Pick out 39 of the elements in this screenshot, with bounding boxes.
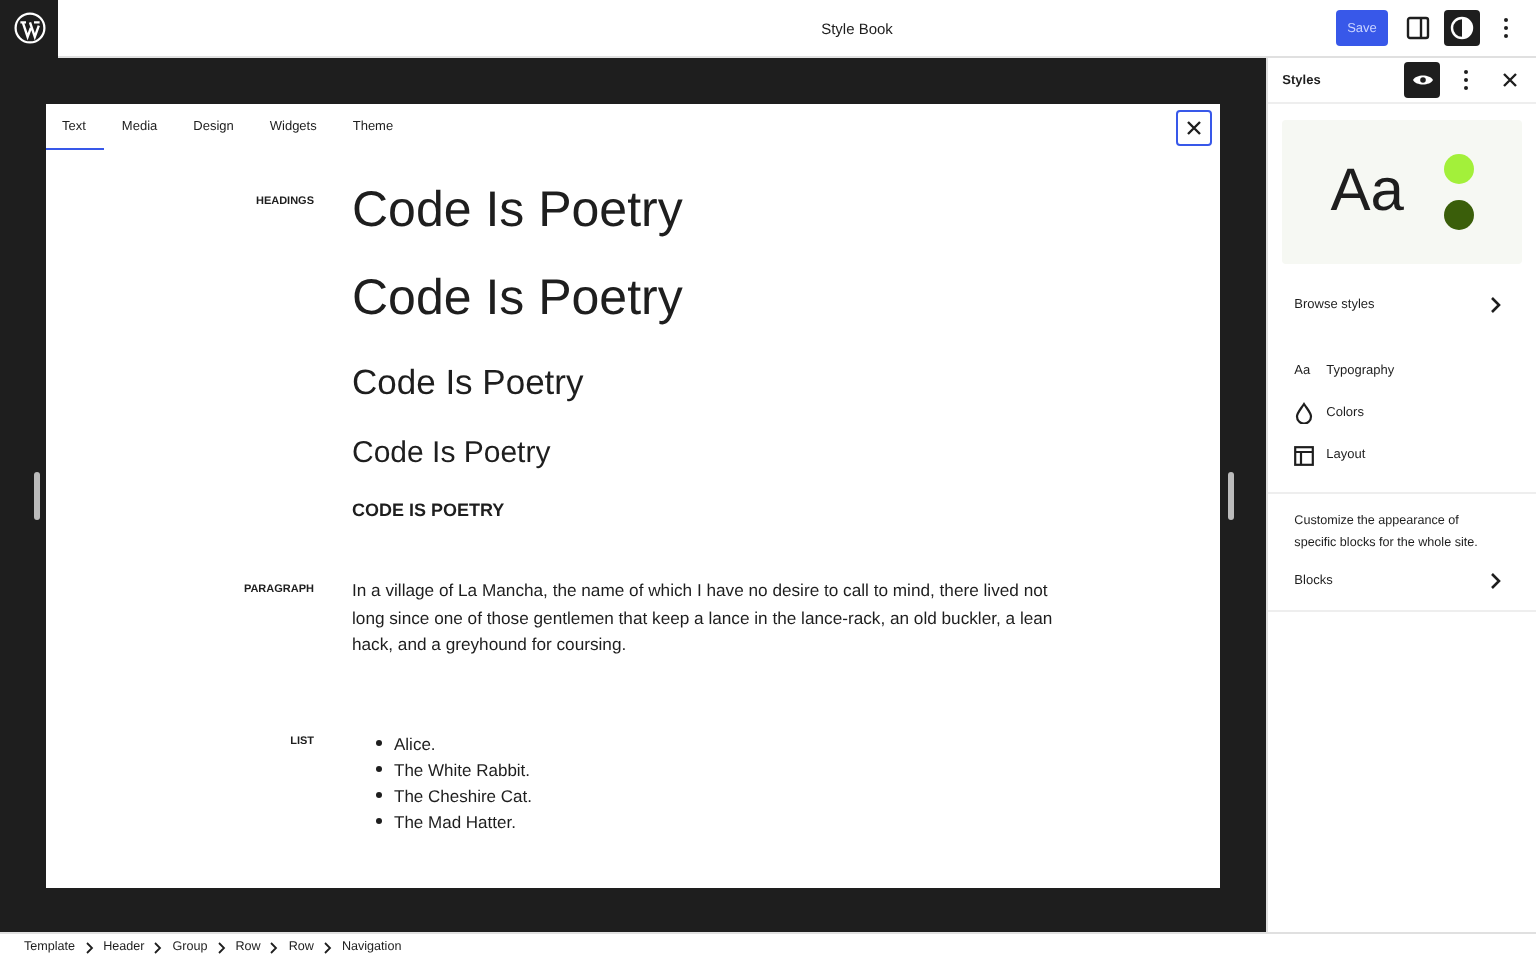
sidebar-panel-icon: [1406, 16, 1430, 40]
more-vertical-icon: [1502, 16, 1510, 40]
close-button[interactable]: [1176, 109, 1212, 145]
resize-handle[interactable]: [1228, 472, 1234, 520]
resize-handle[interactable]: [34, 472, 40, 520]
layout-icon: [1294, 445, 1315, 465]
heading-sample: Code Is Poetry: [352, 435, 553, 470]
close-icon: [1502, 72, 1518, 88]
list-item: Alice.: [394, 733, 436, 754]
chevron-right-icon: [85, 941, 94, 953]
wordpress-logo-button[interactable]: [0, 0, 58, 57]
droplet-icon: [1294, 402, 1315, 424]
chevron-right-icon: [1490, 572, 1502, 590]
list-item: The White Rabbit.: [394, 759, 531, 780]
bullet-icon: [376, 740, 382, 747]
list-item: The Mad Hatter.: [394, 811, 516, 832]
typography-sample: Aa: [1330, 158, 1404, 226]
heading-sample: CODE IS POETRY: [352, 499, 507, 521]
close-icon: [1186, 119, 1202, 135]
chevron-right-icon: [154, 941, 163, 953]
style-preview-card[interactable]: Aa: [1282, 120, 1522, 264]
heading-sample: Code Is Poetry: [352, 361, 586, 402]
contrast-icon: [1450, 16, 1474, 40]
bullet-icon: [376, 818, 382, 825]
bullet-icon: [376, 792, 382, 799]
heading-sample: Code Is Poetry: [352, 269, 685, 327]
paragraph-sample: In a village of La Mancha, the name of which I have no desire to call to mind, there lived not long since one of those gentlemen that keep a lance in the lance-rack, an old buckler, a lean hack, and a greyhound for coursing.: [352, 578, 1055, 658]
eye-icon: [1411, 72, 1433, 88]
chevron-right-icon: [270, 941, 279, 953]
bullet-icon: [376, 766, 382, 773]
wordpress-icon: [13, 12, 45, 44]
chevron-right-icon: [1490, 296, 1502, 314]
preview-eye-button[interactable]: [1404, 62, 1440, 98]
chevron-right-icon: [323, 941, 332, 953]
styles-contrast-button[interactable]: [1444, 10, 1480, 46]
heading-sample: Code Is Poetry: [352, 182, 685, 240]
more-vertical-icon: [1462, 68, 1470, 92]
list-item: The Cheshire Cat.: [394, 785, 532, 806]
chevron-right-icon: [217, 941, 226, 953]
